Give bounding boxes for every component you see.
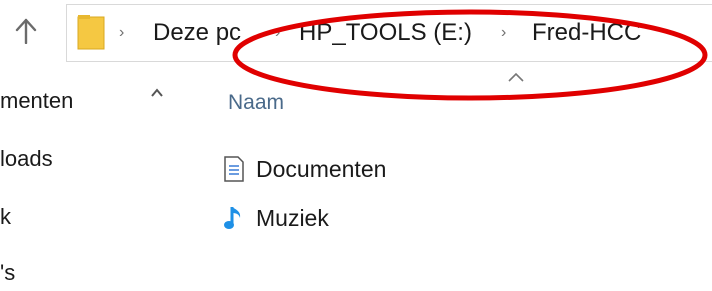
breadcrumb-hp-tools[interactable]: HP_TOOLS (E:) bbox=[299, 19, 472, 47]
music-note-icon bbox=[222, 204, 246, 232]
nav-item-documenten[interactable]: menten bbox=[0, 88, 73, 114]
folder-icon bbox=[77, 15, 105, 50]
nav-item-downloads[interactable]: loads bbox=[0, 146, 53, 172]
up-arrow-icon bbox=[15, 18, 37, 44]
scroll-up-icon[interactable] bbox=[150, 86, 164, 100]
chevron-right-icon[interactable]: › bbox=[501, 24, 506, 42]
file-list: Naam Documenten Muziek bbox=[200, 64, 712, 291]
address-bar[interactable]: › Deze pc › HP_TOOLS (E:) › Fred-HCC bbox=[66, 4, 712, 62]
file-name: Documenten bbox=[256, 155, 387, 182]
breadcrumb-deze-pc[interactable]: Deze pc bbox=[153, 19, 241, 47]
up-arrow-button[interactable] bbox=[14, 16, 38, 46]
file-row-muziek[interactable]: Muziek bbox=[222, 201, 329, 235]
column-header-name[interactable]: Naam bbox=[228, 91, 284, 115]
nav-item-muziek[interactable]: k bbox=[0, 204, 11, 230]
navigation-bar: › Deze pc › HP_TOOLS (E:) › Fred-HCC bbox=[0, 0, 712, 64]
document-icon bbox=[222, 155, 246, 183]
file-name: Muziek bbox=[256, 204, 329, 231]
chevron-right-icon[interactable]: › bbox=[275, 24, 280, 42]
breadcrumb-fred-hcc[interactable]: Fred-HCC bbox=[532, 19, 641, 47]
nav-item-afbeeldingen[interactable]: 's bbox=[0, 260, 15, 286]
navigation-pane: menten loads k 's bbox=[0, 64, 178, 291]
file-row-documenten[interactable]: Documenten bbox=[222, 152, 386, 186]
sort-ascending-icon bbox=[508, 72, 524, 82]
chevron-right-icon[interactable]: › bbox=[119, 24, 124, 42]
